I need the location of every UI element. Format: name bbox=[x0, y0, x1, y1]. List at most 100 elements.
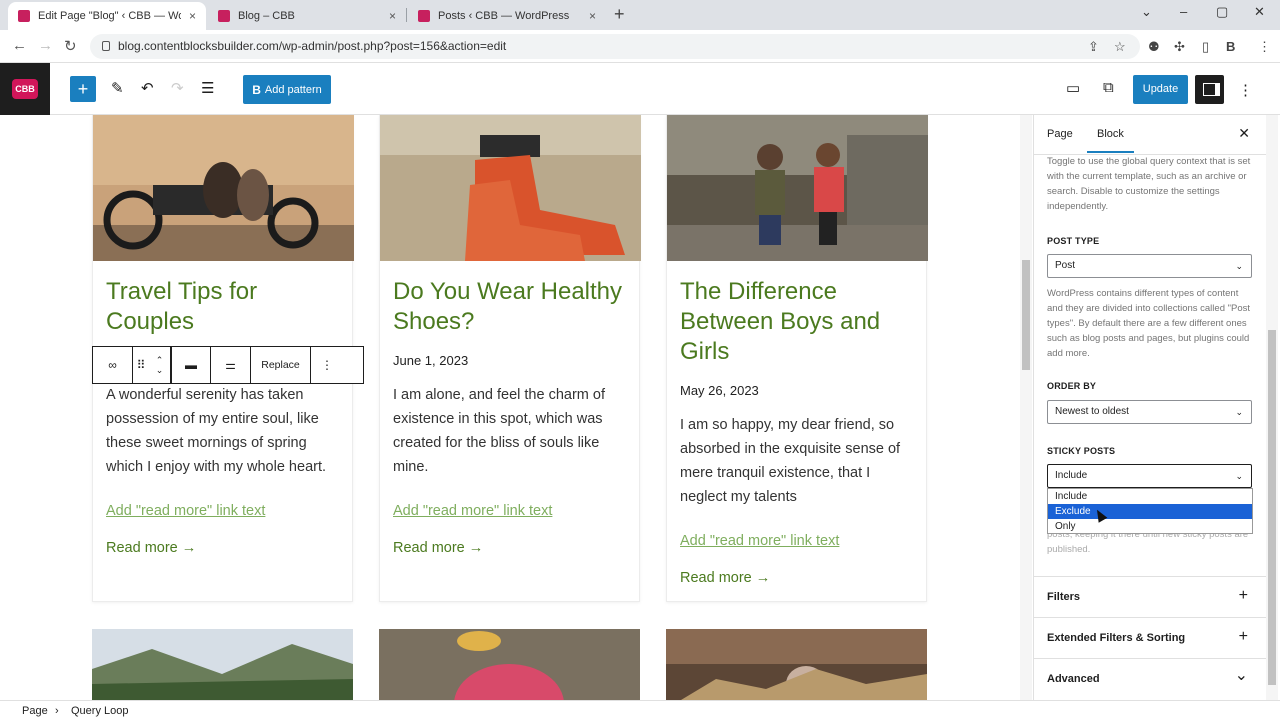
sticky-posts-dropdown: Include Exclude Only bbox=[1047, 488, 1253, 534]
add-pattern-button[interactable]: B Add pattern bbox=[243, 75, 331, 104]
post-type-label: POST TYPE bbox=[1047, 236, 1100, 246]
block-options-icon[interactable]: ⋮ bbox=[311, 347, 343, 383]
breadcrumb-separator: › bbox=[55, 705, 59, 717]
url-field[interactable]: blog.contentblocksbuilder.com/wp-admin/p… bbox=[90, 34, 1140, 59]
reload-icon[interactable]: ↻ bbox=[64, 37, 77, 55]
post-type-select[interactable]: Post ⌄ bbox=[1047, 254, 1252, 278]
cbb-b-icon: B bbox=[252, 82, 261, 97]
sticky-posts-label: STICKY POSTS bbox=[1047, 446, 1116, 456]
sidebar-tabs: Page Block ✕ bbox=[1034, 115, 1266, 155]
read-more-link-placeholder[interactable]: Add "read more" link text bbox=[680, 533, 839, 549]
site-logo[interactable]: CBB bbox=[0, 63, 50, 115]
options-menu-icon[interactable]: ⋮ bbox=[1238, 81, 1253, 99]
read-more-link[interactable]: Read more → bbox=[106, 540, 196, 556]
align-icon[interactable]: ▬ bbox=[171, 347, 211, 383]
post-card: The Difference Between Boys and Girls Ma… bbox=[666, 115, 928, 602]
block-inserter-button[interactable]: + bbox=[70, 76, 96, 102]
sticky-option-only[interactable]: Only bbox=[1048, 519, 1252, 534]
pencil-tools-icon[interactable]: ✎ bbox=[111, 79, 124, 97]
block-toolbar: ∞ ⠿ ⌃ ⌄ ▬ ⚌ Replace ⋮ bbox=[92, 346, 364, 384]
post-image-motorcycle-couple[interactable] bbox=[93, 115, 354, 261]
post-excerpt[interactable]: I am alone, and feel the charm of existe… bbox=[393, 383, 629, 479]
post-image-shoes[interactable] bbox=[380, 115, 641, 261]
wordpress-favicon-icon bbox=[18, 10, 30, 22]
post-title[interactable]: Do You Wear Healthy Shoes? bbox=[393, 277, 623, 337]
settings-sidebar-toggle[interactable] bbox=[1195, 75, 1224, 104]
post-image-mountains[interactable] bbox=[92, 629, 353, 700]
order-by-label: ORDER BY bbox=[1047, 381, 1097, 391]
preview-device-icon[interactable]: ▭ bbox=[1066, 79, 1080, 97]
read-more-link-placeholder[interactable]: Add "read more" link text bbox=[106, 503, 265, 519]
minimize-icon[interactable]: – bbox=[1180, 4, 1187, 19]
canvas-scrollbar[interactable] bbox=[1020, 115, 1032, 700]
tab-posts[interactable]: Posts ‹ CBB — WordPress × bbox=[408, 2, 606, 30]
maximize-icon[interactable]: ▢ bbox=[1216, 4, 1228, 20]
drag-handle-icon[interactable]: ⠿ bbox=[133, 347, 149, 383]
move-up-down-icon[interactable]: ⌃ ⌄ bbox=[149, 347, 171, 383]
post-type-help: WordPress contains different types of co… bbox=[1047, 288, 1250, 359]
post-excerpt[interactable]: I am so happy, my dear friend, so absorb… bbox=[680, 413, 916, 509]
tab-close-icon[interactable]: × bbox=[189, 9, 196, 23]
breadcrumb: Page › Query Loop bbox=[0, 700, 1280, 720]
tab-close-icon[interactable]: × bbox=[389, 9, 396, 23]
forward-icon[interactable]: → bbox=[38, 37, 53, 54]
cbb-extension-icon[interactable]: B bbox=[1226, 39, 1235, 54]
sticky-posts-select[interactable]: Include ⌄ bbox=[1047, 464, 1252, 488]
replace-button[interactable]: Replace bbox=[251, 347, 311, 383]
post-date: June 1, 2023 bbox=[393, 353, 469, 368]
back-icon[interactable]: ← bbox=[12, 37, 27, 54]
post-title[interactable]: Travel Tips for Couples bbox=[106, 277, 336, 337]
read-more-link[interactable]: Read more → bbox=[680, 570, 770, 586]
read-more-link-placeholder[interactable]: Add "read more" link text bbox=[393, 503, 552, 519]
new-tab-button[interactable]: + bbox=[614, 4, 625, 25]
sidepanel-icon[interactable]: ▯ bbox=[1202, 39, 1209, 55]
post-image-field[interactable] bbox=[666, 629, 927, 700]
extension-icon[interactable]: ⚉ bbox=[1148, 39, 1160, 55]
editor-canvas: Travel Tips for Couples A wonderful sere… bbox=[0, 115, 1020, 700]
view-page-icon[interactable]: ⧉ bbox=[1103, 79, 1114, 96]
post-card: Do You Wear Healthy Shoes? June 1, 2023 … bbox=[379, 115, 641, 602]
breadcrumb-page[interactable]: Page bbox=[22, 705, 48, 717]
post-excerpt[interactable]: A wonderful serenity has taken possessio… bbox=[106, 383, 342, 479]
sticky-option-include[interactable]: Include bbox=[1048, 489, 1252, 504]
link-icon[interactable]: ∞ bbox=[93, 347, 133, 383]
wordpress-favicon-icon bbox=[218, 10, 230, 22]
tab-close-icon[interactable]: × bbox=[589, 9, 596, 23]
order-by-select[interactable]: Newest to oldest ⌄ bbox=[1047, 400, 1252, 424]
post-title[interactable]: The Difference Between Boys and Girls bbox=[680, 277, 910, 367]
puzzle-icon[interactable]: ✣ bbox=[1174, 39, 1185, 55]
post-image-apple[interactable] bbox=[379, 629, 640, 700]
update-button[interactable]: Update bbox=[1133, 75, 1188, 104]
query-context-help: Toggle to use the global query context t… bbox=[1047, 156, 1251, 212]
document-overview-icon[interactable]: ☰ bbox=[201, 79, 214, 97]
bookmark-star-icon[interactable]: ☆ bbox=[1114, 39, 1126, 55]
filters-panel[interactable]: Filters + bbox=[1034, 576, 1266, 616]
plus-icon: + bbox=[1238, 587, 1248, 604]
browser-menu-icon[interactable]: ⋮ bbox=[1258, 39, 1271, 55]
read-more-link[interactable]: Read more → bbox=[393, 540, 483, 556]
tab-search-icon[interactable]: ⌄ bbox=[1141, 4, 1152, 20]
settings-sliders-icon[interactable]: ⚌ bbox=[211, 347, 251, 383]
chevron-down-icon: ⌄ bbox=[1235, 407, 1243, 417]
editor-toolbar: CBB + ✎ ↶ ↷ ☰ B Add pattern ▭ ⧉ Update ⋮ bbox=[0, 63, 1280, 115]
window-close-icon[interactable]: ✕ bbox=[1254, 4, 1265, 20]
undo-icon[interactable]: ↶ bbox=[141, 79, 154, 97]
chevron-down-icon: ⌄ bbox=[1235, 471, 1243, 481]
chevron-down-icon: ⌄ bbox=[1235, 261, 1243, 271]
post-image-children[interactable] bbox=[667, 115, 928, 261]
advanced-panel[interactable]: Advanced ⌄ bbox=[1034, 658, 1266, 698]
tab-edit-page[interactable]: Edit Page "Blog" ‹ CBB — WordP… × bbox=[8, 2, 206, 30]
sidebar-scrollbar[interactable] bbox=[1266, 115, 1278, 700]
extended-filters-panel[interactable]: Extended Filters & Sorting + bbox=[1034, 617, 1266, 657]
chevron-down-icon: ⌄ bbox=[1234, 667, 1248, 684]
plus-icon: + bbox=[1238, 628, 1248, 645]
breadcrumb-query-loop[interactable]: Query Loop bbox=[71, 705, 128, 717]
sticky-option-exclude[interactable]: Exclude bbox=[1048, 504, 1252, 519]
tab-block[interactable]: Block bbox=[1087, 128, 1134, 153]
tab-page[interactable]: Page bbox=[1047, 128, 1073, 140]
tab-blog[interactable]: Blog – CBB × bbox=[208, 2, 406, 30]
redo-icon[interactable]: ↷ bbox=[171, 79, 184, 97]
share-icon[interactable]: ⇪ bbox=[1088, 39, 1099, 55]
close-icon[interactable]: ✕ bbox=[1238, 125, 1250, 142]
wordpress-favicon-icon bbox=[418, 10, 430, 22]
